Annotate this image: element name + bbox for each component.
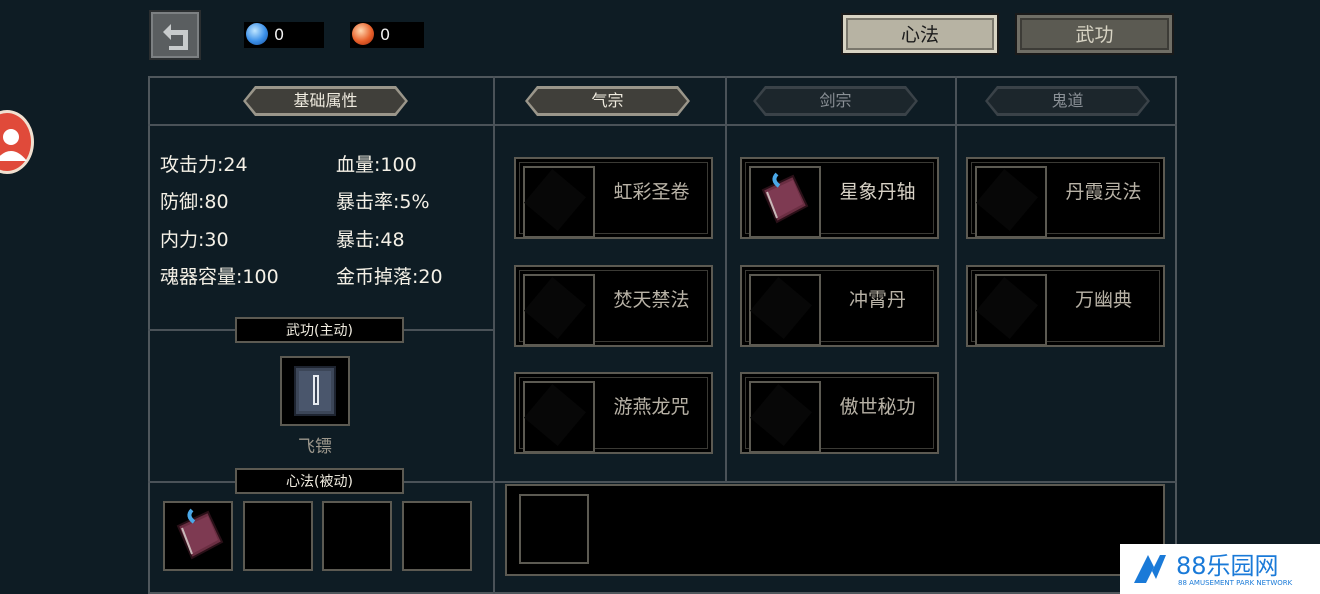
passive-slot-2[interactable] xyxy=(243,501,313,571)
skill-name: 虹彩圣卷 xyxy=(613,181,690,203)
watermark-logo-icon xyxy=(1134,555,1166,583)
player-avatar-button[interactable] xyxy=(0,110,34,174)
locked-skill-icon xyxy=(975,166,1047,238)
back-button[interactable] xyxy=(149,10,201,60)
stat-defense: 防御:80 xyxy=(160,191,229,213)
skill-name: 万幽典 xyxy=(1074,289,1132,311)
watermark: 88乐园网 88 AMUSEMENT PARK NETWORK xyxy=(1120,544,1320,594)
red-gem-counter: 0 xyxy=(350,22,424,48)
skill-card-danxia[interactable]: 丹霞灵法 xyxy=(966,157,1165,239)
divider xyxy=(148,124,1177,126)
blue-gem-value: 0 xyxy=(274,25,285,44)
red-gem-value: 0 xyxy=(380,25,391,44)
stat-hp: 血量:100 xyxy=(336,154,417,176)
locked-skill-icon xyxy=(749,381,821,453)
stat-attack: 攻击力:24 xyxy=(160,154,248,176)
tab-jianzong-label: 剑宗 xyxy=(819,91,852,110)
scroll-book-icon xyxy=(176,508,224,560)
tab-guidao-label: 鬼道 xyxy=(1051,91,1084,110)
tab-jianzong[interactable]: 剑宗 xyxy=(753,86,918,116)
active-skill-slot[interactable] xyxy=(280,356,350,426)
skill-name: 冲霄丹 xyxy=(848,289,906,311)
user-icon xyxy=(0,129,27,161)
skill-name: 焚天禁法 xyxy=(613,289,690,311)
active-skill-name: 飞镖 xyxy=(298,437,332,457)
tab-wugong[interactable]: 武功 xyxy=(1015,13,1174,55)
stat-crit-rate: 暴击率:5% xyxy=(336,191,430,213)
stat-gold-drop: 金币掉落:20 xyxy=(336,266,443,288)
locked-skill-icon xyxy=(523,381,595,453)
skill-name: 傲世秘功 xyxy=(839,396,916,418)
tab-qizong[interactable]: 气宗 xyxy=(525,86,690,116)
locked-skill-icon xyxy=(523,274,595,346)
base-attributes-title: 基础属性 xyxy=(243,86,408,116)
divider xyxy=(493,76,495,594)
blue-gem-icon xyxy=(246,23,268,45)
dart-book-icon xyxy=(294,366,336,416)
skill-card-wanyou[interactable]: 万幽典 xyxy=(966,265,1165,347)
description-icon-slot xyxy=(519,494,589,564)
tab-xinfa[interactable]: 心法 xyxy=(841,13,999,55)
locked-skill-icon xyxy=(749,274,821,346)
skill-card-fentian[interactable]: 焚天禁法 xyxy=(514,265,713,347)
active-skill-title: 武功(主动) xyxy=(235,317,404,343)
skill-card-aoshi[interactable]: 傲世秘功 xyxy=(740,372,939,454)
skill-name: 星象丹轴 xyxy=(839,181,916,203)
passive-slot-4[interactable] xyxy=(402,501,472,571)
stat-soul-capacity: 魂器容量:100 xyxy=(160,266,279,288)
stat-inner-power: 内力:30 xyxy=(160,229,229,251)
locked-skill-icon xyxy=(523,166,595,238)
scroll-book-icon xyxy=(749,166,821,238)
red-gem-icon xyxy=(352,23,374,45)
blue-gem-counter: 0 xyxy=(244,22,324,48)
skill-name: 游燕龙咒 xyxy=(613,396,690,418)
passive-slot-1[interactable] xyxy=(163,501,233,571)
stat-crit: 暴击:48 xyxy=(336,229,405,251)
passive-skill-title: 心法(被动) xyxy=(235,468,404,494)
locked-skill-icon xyxy=(975,274,1047,346)
skill-name: 丹霞灵法 xyxy=(1065,181,1142,203)
tab-guidao[interactable]: 鬼道 xyxy=(985,86,1150,116)
skill-card-xingxiang[interactable]: 星象丹轴 xyxy=(740,157,939,239)
base-attributes-label: 基础属性 xyxy=(293,91,358,110)
divider xyxy=(725,76,727,482)
skill-card-chongxiao[interactable]: 冲霄丹 xyxy=(740,265,939,347)
passive-slot-3[interactable] xyxy=(322,501,392,571)
back-arrow-icon xyxy=(163,24,188,50)
skill-card-hongcai[interactable]: 虹彩圣卷 xyxy=(514,157,713,239)
skill-card-youyan[interactable]: 游燕龙咒 xyxy=(514,372,713,454)
divider xyxy=(955,76,957,482)
watermark-text: 88乐园网 xyxy=(1176,552,1279,580)
tab-qizong-label: 气宗 xyxy=(591,91,624,110)
watermark-subtext: 88 AMUSEMENT PARK NETWORK xyxy=(1178,579,1293,587)
description-panel xyxy=(505,484,1165,576)
